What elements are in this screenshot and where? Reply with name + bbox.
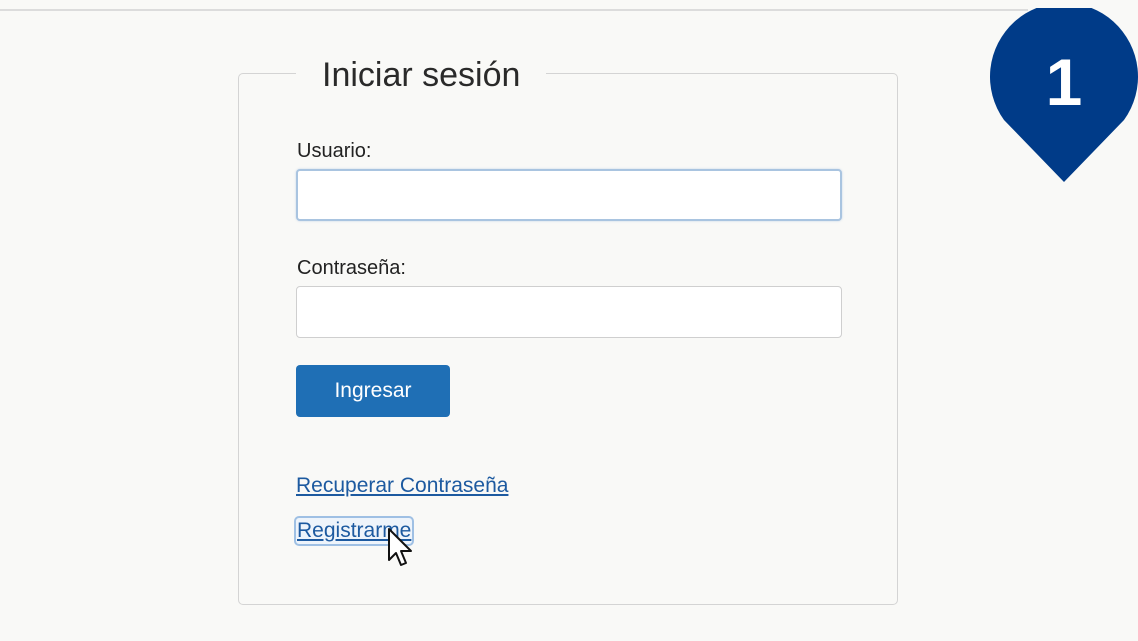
password-field[interactable] (296, 286, 842, 338)
step-number: 1 (1045, 45, 1083, 119)
username-label: Usuario: (297, 140, 372, 162)
mouse-pointer-icon (388, 528, 412, 566)
login-submit-button[interactable]: Ingresar (296, 365, 450, 417)
recover-password-link[interactable]: Recuperar Contraseña (296, 473, 508, 499)
password-label: Contraseña: (297, 257, 406, 279)
top-divider (0, 9, 1028, 11)
login-title: Iniciar sesión (296, 52, 547, 98)
username-field[interactable] (296, 169, 842, 221)
